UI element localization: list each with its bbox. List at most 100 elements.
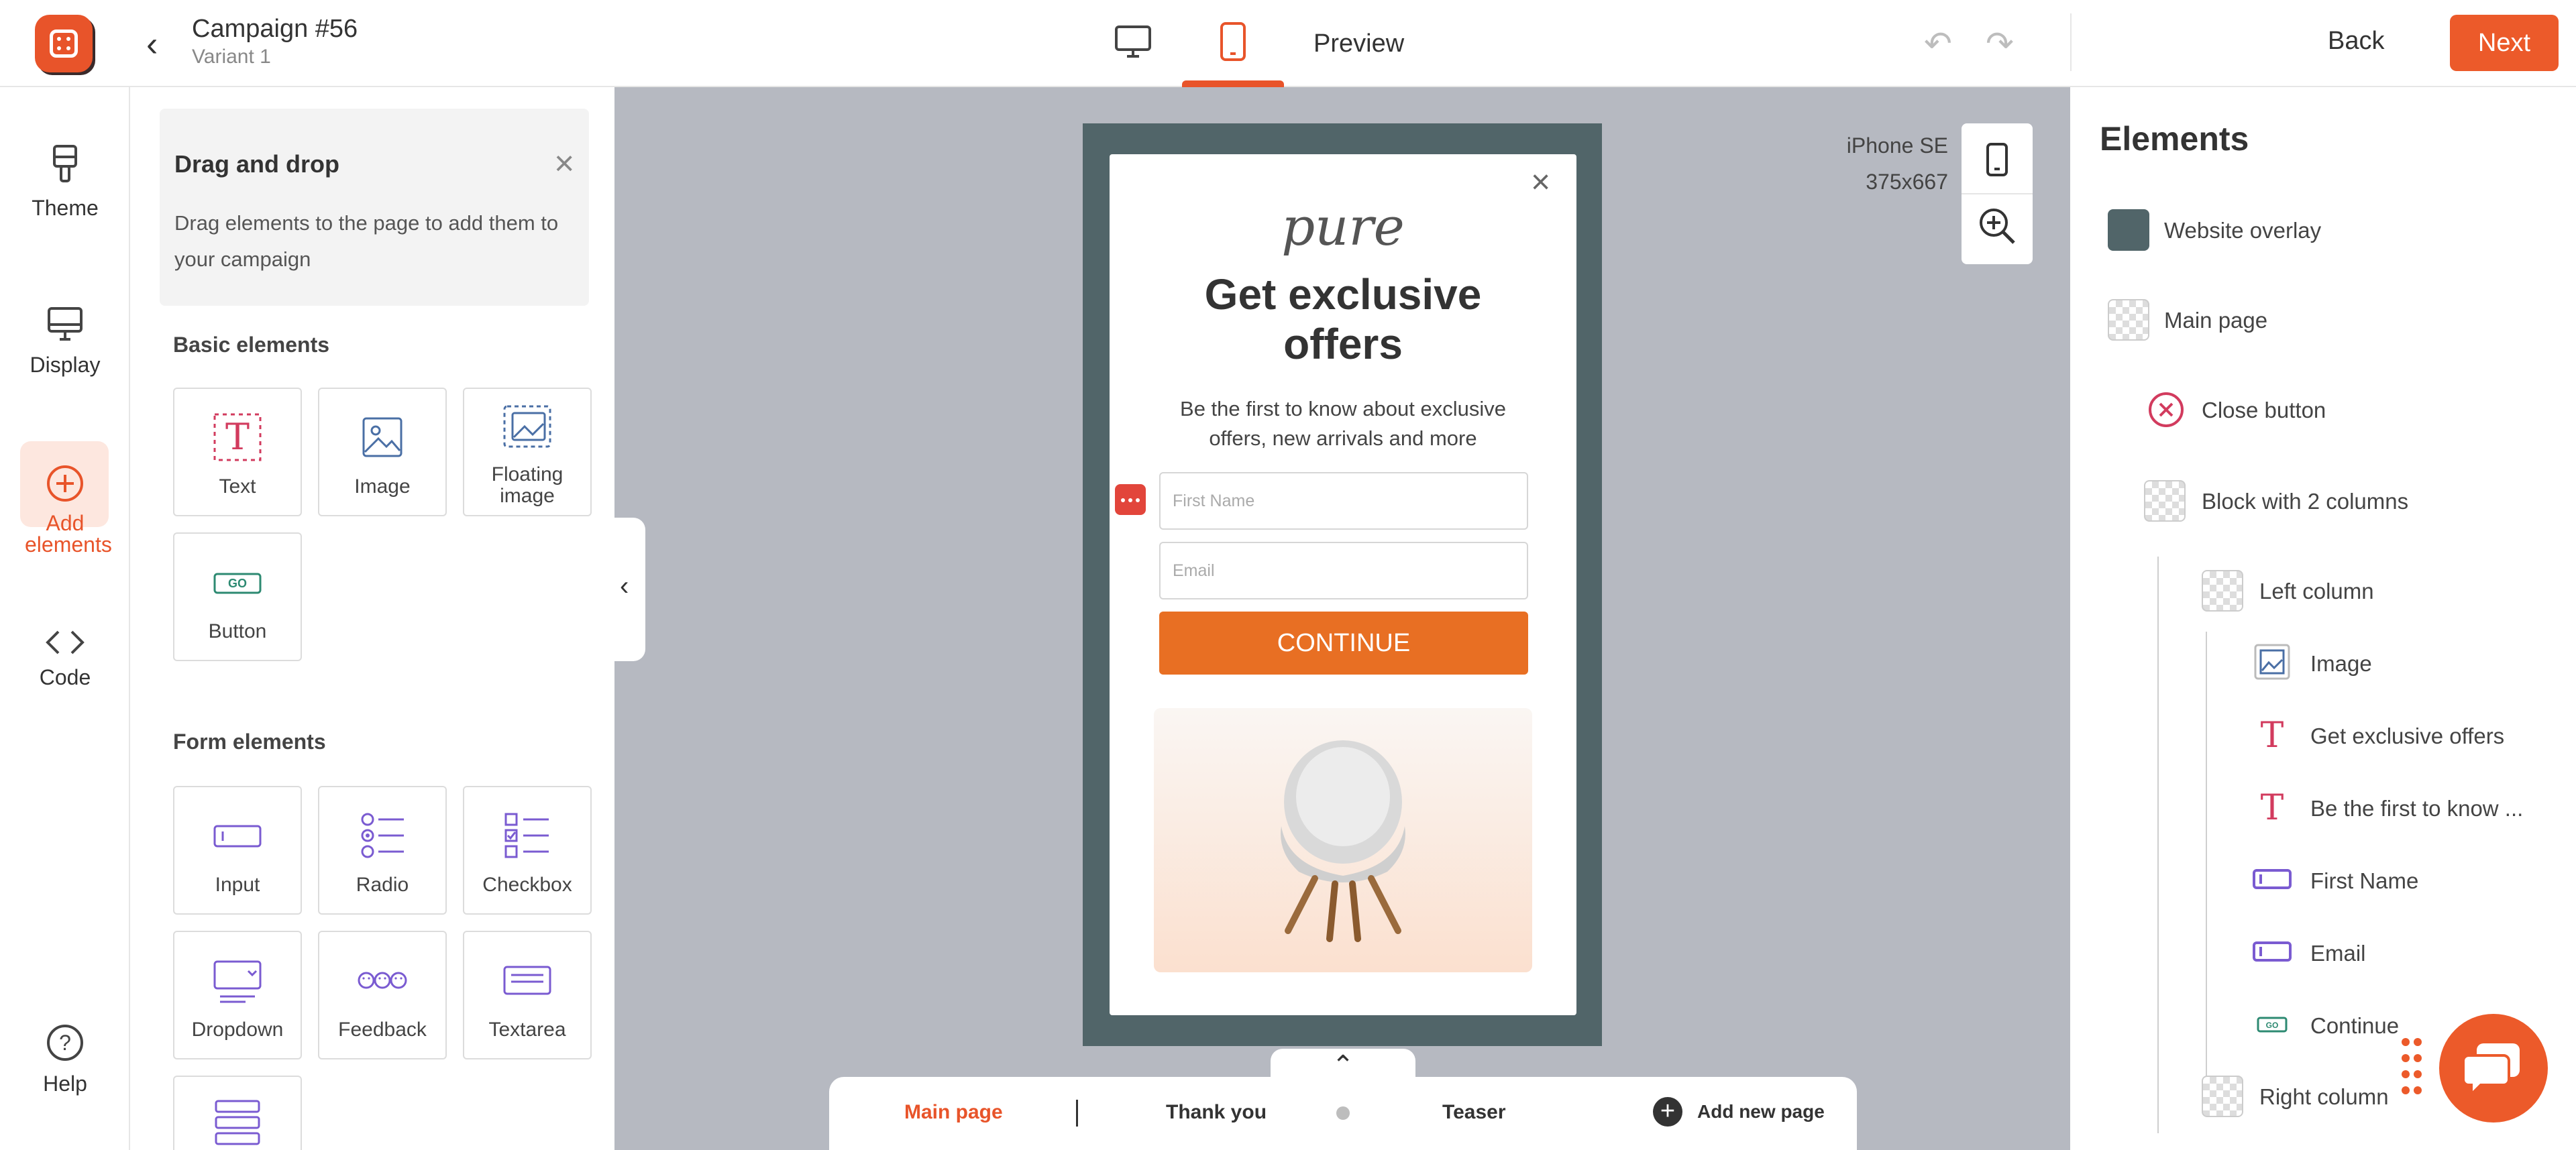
back-arrow-icon[interactable]: ‹: [146, 27, 158, 62]
display-icon: [48, 307, 83, 341]
tile-button[interactable]: GO Button: [173, 532, 302, 661]
svg-text:T: T: [225, 416, 250, 458]
svg-text:?: ?: [59, 1031, 71, 1055]
first-name-field[interactable]: First Name: [1159, 472, 1528, 530]
mobile-view-icon: [1220, 22, 1246, 61]
add-circle-icon: [47, 465, 83, 502]
tile-floating-image[interactable]: Floating image: [463, 388, 592, 516]
block-icon: [2144, 480, 2186, 522]
device-resolution: 375x667: [1866, 170, 1948, 194]
drag-drop-title: Drag and drop: [174, 150, 340, 178]
tile-label: Button: [208, 620, 267, 642]
redo-icon[interactable]: ↷: [1986, 27, 2014, 60]
tile-label: Floating image: [491, 463, 564, 507]
phone-icon[interactable]: [1986, 142, 2008, 177]
floating-image-icon: [503, 405, 551, 448]
layer-image[interactable]: Image: [2310, 650, 2372, 677]
form-block-icon[interactable]: [1115, 484, 1146, 515]
tile-radio[interactable]: Radio: [318, 786, 447, 915]
rail-add-label: Add elements: [25, 511, 112, 557]
overlay-swatch-icon: [2108, 209, 2149, 251]
rail-display-label: Display: [30, 353, 101, 377]
preview-button[interactable]: Preview: [1313, 30, 1404, 58]
rail-add-elements[interactable]: Add elements: [0, 464, 130, 555]
layer-main-page[interactable]: Main page: [2164, 307, 2267, 334]
zoom-in-icon[interactable]: [1978, 207, 2018, 247]
tab-main-page[interactable]: Main page: [904, 1101, 1003, 1124]
chat-support-button[interactable]: [2439, 1014, 2548, 1123]
rail-theme-label: Theme: [32, 196, 99, 220]
column-icon: [2202, 1076, 2243, 1117]
tile-image[interactable]: Image: [318, 388, 447, 516]
drag-handle-icon[interactable]: [2400, 1037, 2423, 1097]
canvas-tools: [1962, 123, 2033, 264]
chair-image[interactable]: [1154, 708, 1532, 972]
layer-right-column[interactable]: Right column: [2259, 1084, 2389, 1110]
layer-first-name[interactable]: First Name: [2310, 868, 2418, 895]
text-icon: T: [213, 413, 262, 461]
layer-website-overlay[interactable]: Website overlay: [2164, 217, 2321, 244]
mobile-view-tab[interactable]: [1182, 0, 1284, 87]
divider: [1076, 1100, 1078, 1127]
tile-textarea[interactable]: Textarea: [463, 931, 592, 1059]
layer-continue[interactable]: Continue: [2310, 1013, 2399, 1039]
tile-label: Text: [219, 475, 256, 498]
device-name: iPhone SE: [1846, 133, 1948, 158]
tile-label: Dropdown: [191, 1019, 284, 1041]
input-icon: [213, 825, 262, 848]
tile-label: Radio: [356, 874, 409, 896]
layer-close-button[interactable]: Close button: [2202, 397, 2326, 424]
tile-label: Textarea: [488, 1019, 566, 1041]
drag-drop-text: Drag elements to the page to add them to…: [174, 211, 559, 271]
desktop-view-icon[interactable]: [1114, 24, 1152, 60]
tile-input[interactable]: Input: [173, 786, 302, 915]
rail-help-label: Help: [43, 1072, 87, 1096]
tile-checkbox[interactable]: Checkbox: [463, 786, 592, 915]
rail-display[interactable]: Display: [0, 306, 130, 378]
popup-subtext[interactable]: Be the first to know about exclusive off…: [1163, 394, 1523, 453]
undo-icon[interactable]: ↶: [1924, 27, 1952, 60]
brush-icon: [53, 145, 77, 182]
drag-drop-hint: Drag and drop × Drag elements to the pag…: [160, 109, 589, 306]
app-logo[interactable]: [35, 15, 93, 72]
layer-block-2-columns[interactable]: Block with 2 columns: [2202, 488, 2408, 515]
popup-headline[interactable]: Get exclusive offers: [1150, 270, 1536, 369]
continue-button[interactable]: CONTINUE: [1159, 612, 1528, 675]
layer-subtext[interactable]: Be the first to know ...: [2310, 795, 2523, 822]
next-button[interactable]: Next: [2450, 15, 2559, 71]
add-new-page-button[interactable]: Add new page: [1697, 1101, 1825, 1123]
tree-line: [2157, 557, 2159, 1133]
rail-theme[interactable]: Theme: [0, 143, 130, 221]
text-icon: T: [2261, 788, 2284, 827]
top-bar: ‹ Campaign #56 Variant 1 Preview ↶ ↷ Bac…: [0, 0, 2576, 87]
dropdown-icon: [213, 960, 262, 1003]
add-page-icon[interactable]: +: [1653, 1097, 1682, 1127]
tab-thank-you[interactable]: Thank you: [1166, 1101, 1267, 1124]
layer-email[interactable]: Email: [2310, 940, 2366, 967]
popup-main-page[interactable]: × pure Get exclusive offers Be the first…: [1110, 154, 1576, 1015]
tile-text[interactable]: T Text: [173, 388, 302, 516]
tab-teaser[interactable]: Teaser: [1442, 1101, 1506, 1124]
rail-code[interactable]: Code: [0, 629, 130, 690]
radio-icon: [361, 813, 404, 858]
tile-dropdown[interactable]: Dropdown: [173, 931, 302, 1059]
svg-text:T: T: [2261, 788, 2284, 827]
rail-help[interactable]: ? Help: [0, 1023, 130, 1096]
tile-label: Checkbox: [482, 874, 572, 896]
checkbox-icon: [504, 813, 549, 858]
close-icon[interactable]: ×: [1531, 165, 1550, 198]
tile-label: Input: [215, 874, 260, 896]
layer-left-column[interactable]: Left column: [2259, 578, 2374, 605]
close-icon[interactable]: ×: [554, 146, 574, 181]
tile-feedback[interactable]: Feedback: [318, 931, 447, 1059]
back-button[interactable]: Back: [2328, 27, 2384, 56]
active-tab-indicator: [1182, 80, 1284, 87]
layer-headline-text[interactable]: Get exclusive offers: [2310, 723, 2504, 750]
campaign-title: Campaign #56: [192, 15, 358, 43]
device-info: iPhone SE 375x667: [1811, 127, 1948, 200]
chevron-left-icon: ‹: [620, 571, 629, 601]
email-field[interactable]: Email: [1159, 542, 1528, 599]
collapse-panel-button[interactable]: ‹: [614, 518, 645, 661]
tile-more[interactable]: [173, 1076, 302, 1150]
form-elements-title: Form elements: [173, 730, 326, 754]
